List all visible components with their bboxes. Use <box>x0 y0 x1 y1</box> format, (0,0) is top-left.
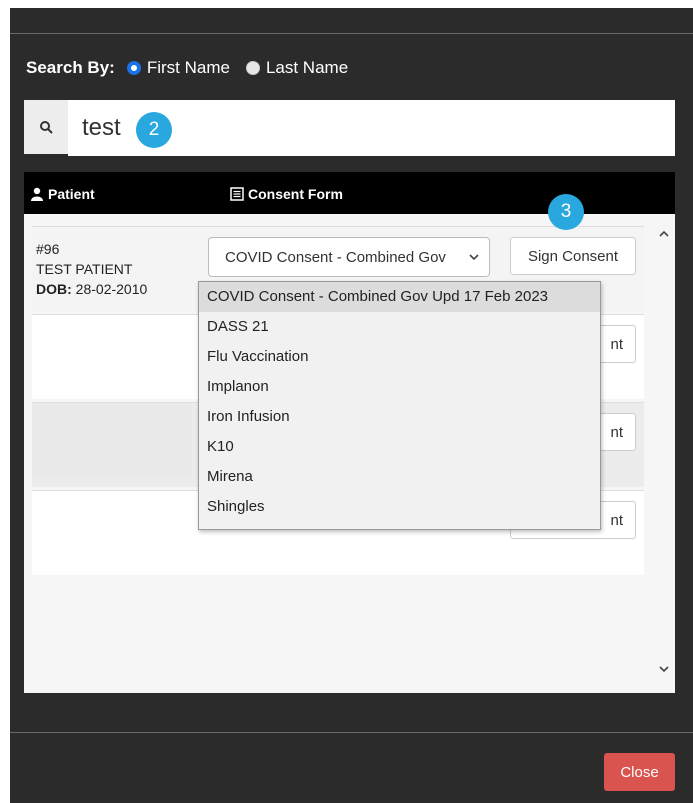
chevron-down-icon <box>469 253 479 260</box>
first-name-radio-label[interactable]: First Name <box>147 58 230 78</box>
dropdown-option[interactable]: DASS 21 <box>199 312 600 342</box>
search-by-label: Search By: <box>26 58 115 77</box>
search-by-group: Search By: First Name Last Name <box>26 58 364 78</box>
step-badge-2: 2 <box>136 112 172 148</box>
consent-form-select[interactable]: COVID Consent - Combined Gov <box>208 237 490 277</box>
scroll-up-icon[interactable] <box>659 230 669 237</box>
sign-consent-button[interactable]: Sign Consent <box>510 237 636 275</box>
col-patient-label: Patient <box>48 186 95 202</box>
dropdown-option[interactable]: Implanon <box>199 372 600 402</box>
dob-value: 28-02-2010 <box>75 281 148 297</box>
form-list-icon <box>230 187 244 201</box>
last-name-radio[interactable] <box>245 61 260 75</box>
col-consent-label: Consent Form <box>248 186 343 202</box>
dropdown-option[interactable]: Flu Vaccination <box>199 342 600 372</box>
search-box <box>24 100 675 156</box>
user-icon <box>31 187 43 201</box>
dropdown-option[interactable]: Mirena <box>199 462 600 492</box>
last-name-radio-label[interactable]: Last Name <box>266 58 348 78</box>
scrollbar[interactable] <box>655 226 675 693</box>
search-icon <box>24 100 68 154</box>
close-button[interactable]: Close <box>604 753 675 791</box>
consent-form-dropdown: COVID Consent - Combined Gov Upd 17 Feb … <box>198 281 601 530</box>
dropdown-option[interactable]: Iron Infusion <box>199 402 600 432</box>
step-badge-3: 3 <box>548 194 584 230</box>
dropdown-option[interactable]: COVID Consent - Combined Gov Upd 17 Feb … <box>199 282 600 312</box>
patient-name: TEST PATIENT <box>36 261 133 277</box>
col-consent-header: Consent Form <box>230 186 343 202</box>
header-divider <box>10 33 693 34</box>
patient-info: #96 TEST PATIENT DOB: 28-02-2010 <box>36 239 147 299</box>
consent-form-selected: COVID Consent - Combined Gov <box>225 248 446 266</box>
dropdown-option[interactable]: Shingles <box>199 492 600 522</box>
dropdown-option[interactable]: K10 <box>199 432 600 462</box>
col-patient-header: Patient <box>30 186 95 202</box>
scroll-down-icon[interactable] <box>659 666 669 673</box>
patient-dob: DOB: 28-02-2010 <box>36 279 147 299</box>
first-name-radio[interactable] <box>126 61 141 75</box>
dob-label: DOB: <box>36 281 72 297</box>
patient-info <box>32 403 192 477</box>
patient-id: #96 <box>36 241 60 257</box>
footer-divider <box>10 732 693 733</box>
